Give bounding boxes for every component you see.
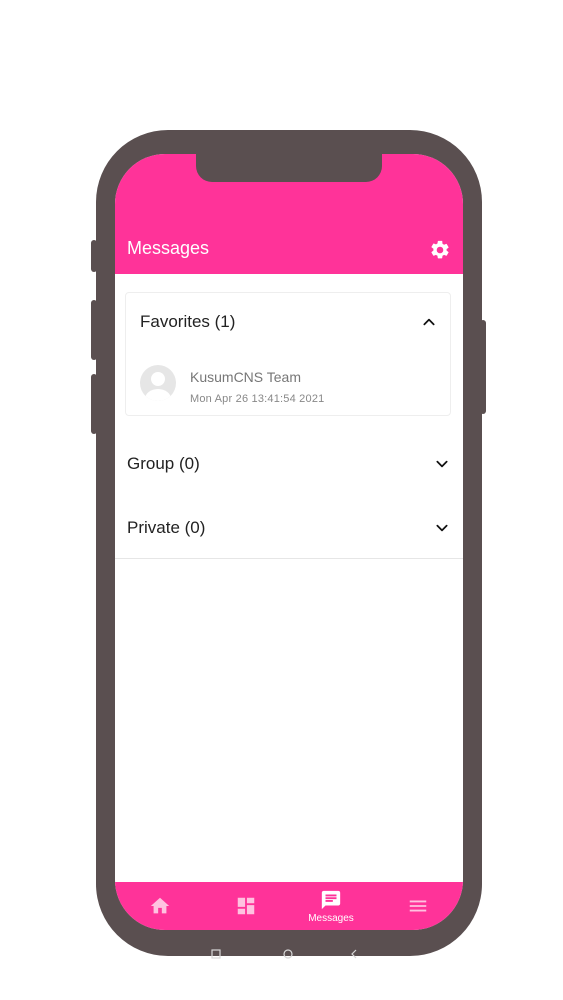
bottom-tab-bar: Messages (115, 882, 463, 930)
chevron-up-icon[interactable] (422, 315, 436, 329)
tab-dashboard[interactable] (216, 882, 276, 930)
dashboard-icon (237, 897, 255, 915)
messages-icon (321, 890, 341, 910)
group-header[interactable]: Group (0) (127, 454, 200, 474)
message-timestamp: Mon Apr 26 13:41:54 2021 (190, 393, 325, 405)
tab-home[interactable] (130, 882, 190, 930)
gear-icon[interactable] (429, 239, 451, 261)
tab-messages[interactable]: Messages (301, 882, 361, 930)
section-divider (115, 558, 463, 559)
avatar (140, 365, 176, 401)
home-icon (150, 897, 170, 914)
contact-name: KusumCNS Team (190, 369, 302, 385)
tab-menu[interactable] (388, 882, 448, 930)
private-header[interactable]: Private (0) (127, 518, 205, 538)
phone-screen: Messages Favorites (1) KusumCNS Team Mon… (115, 154, 463, 930)
favorites-section: Favorites (1) KusumCNS Team Mon Apr 26 1… (125, 292, 451, 416)
device-stage: Messages Favorites (1) KusumCNS Team Mon… (0, 0, 563, 1000)
favorites-header[interactable]: Favorites (1) (140, 312, 235, 332)
person-icon (145, 372, 171, 401)
tab-messages-label: Messages (308, 913, 354, 924)
page-title: Messages (127, 238, 210, 258)
phone-frame: Messages Favorites (1) KusumCNS Team Mon… (96, 130, 482, 956)
chevron-down-icon[interactable] (435, 457, 449, 471)
notch (196, 154, 382, 182)
chevron-down-icon[interactable] (435, 521, 449, 535)
system-nav-icons (211, 949, 357, 959)
menu-icon (409, 900, 427, 912)
